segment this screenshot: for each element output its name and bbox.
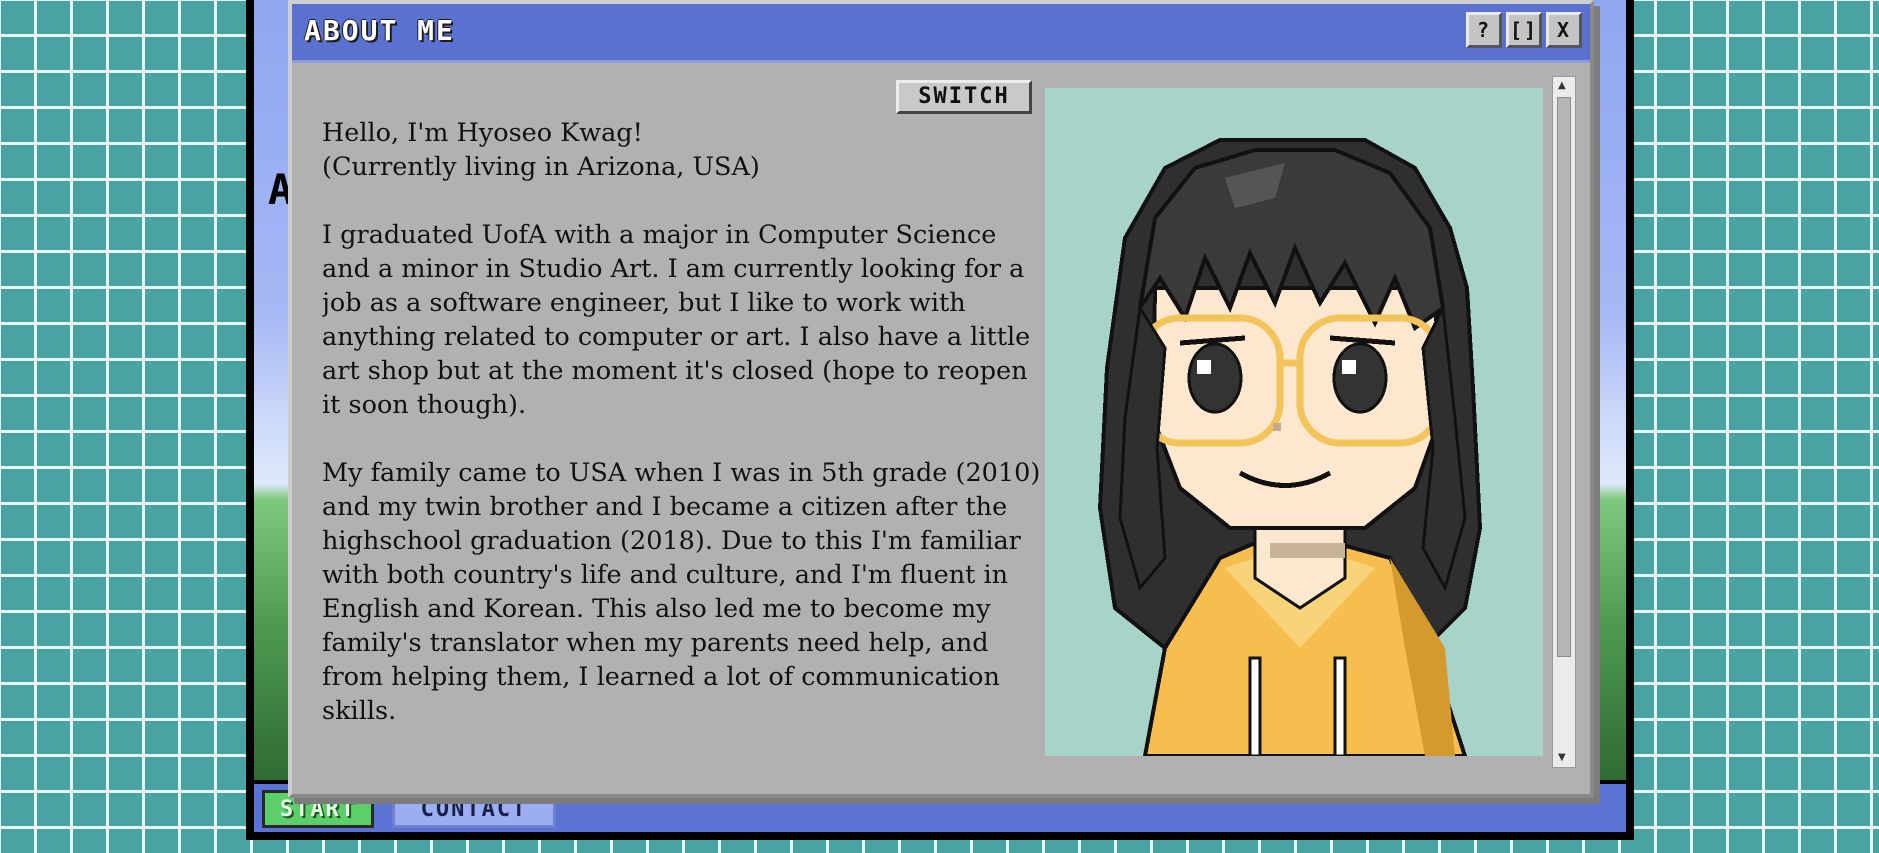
question-mark-icon: ? xyxy=(1476,18,1492,42)
about-text: Hello, I'm Hyoseo Kwag! (Currently livin… xyxy=(322,116,1042,774)
maximize-button[interactable]: [] xyxy=(1506,12,1542,48)
pixel-portrait-image xyxy=(1045,88,1543,756)
maximize-icon: [] xyxy=(1509,18,1539,42)
scroll-up-arrow-icon[interactable]: ▲ xyxy=(1558,81,1566,91)
switch-button[interactable]: SWITCH xyxy=(896,80,1032,114)
family-paragraph: My family came to USA when I was in 5th … xyxy=(322,458,1041,726)
career-paragraph: I graduated UofA with a major in Compute… xyxy=(322,220,1031,420)
window-title: ABOUT ME xyxy=(304,14,455,47)
scrollbar[interactable]: ▲ ▼ xyxy=(1552,76,1576,768)
scroll-thumb[interactable] xyxy=(1557,97,1571,657)
close-icon: X xyxy=(1556,18,1572,42)
close-button[interactable]: X xyxy=(1546,12,1582,48)
window-titlebar[interactable]: ABOUT ME ? [] X xyxy=(292,4,1590,63)
help-button[interactable]: ? xyxy=(1466,12,1502,48)
intro-paragraph: Hello, I'm Hyoseo Kwag! (Currently livin… xyxy=(322,118,760,182)
about-me-window: ABOUT ME ? [] X SWITCH Hello, I'm Hyoseo… xyxy=(288,0,1594,798)
scroll-down-arrow-icon[interactable]: ▼ xyxy=(1558,753,1566,763)
